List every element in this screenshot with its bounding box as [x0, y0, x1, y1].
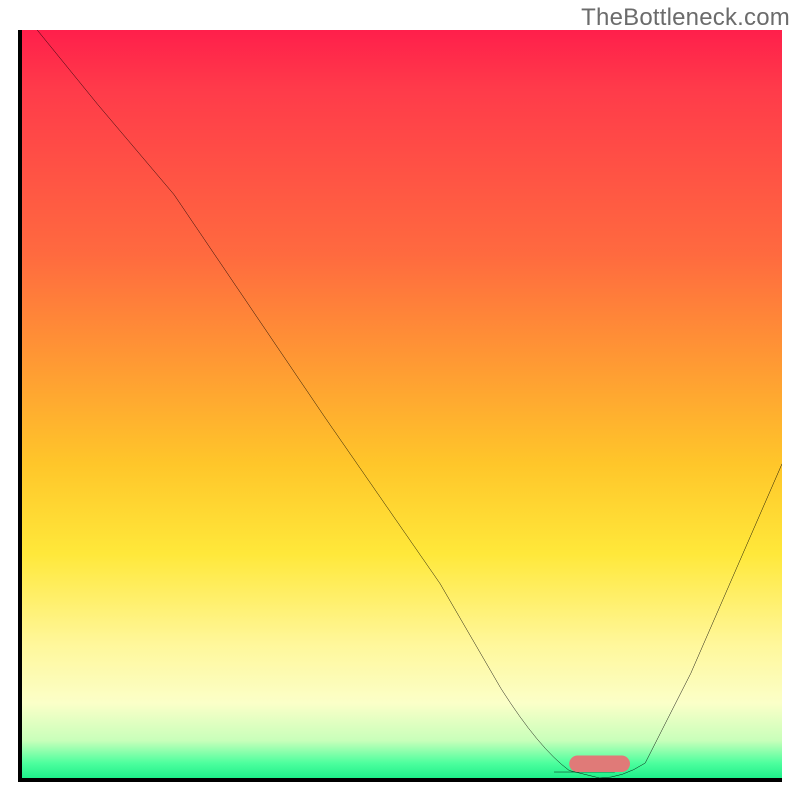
optimal-point-marker — [569, 756, 630, 772]
watermark-text: TheBottleneck.com — [581, 4, 790, 32]
plot-area — [22, 30, 782, 778]
chart-container: TheBottleneck.com — [0, 0, 800, 800]
curve-layer — [22, 30, 782, 778]
bottleneck-curve — [37, 30, 782, 778]
